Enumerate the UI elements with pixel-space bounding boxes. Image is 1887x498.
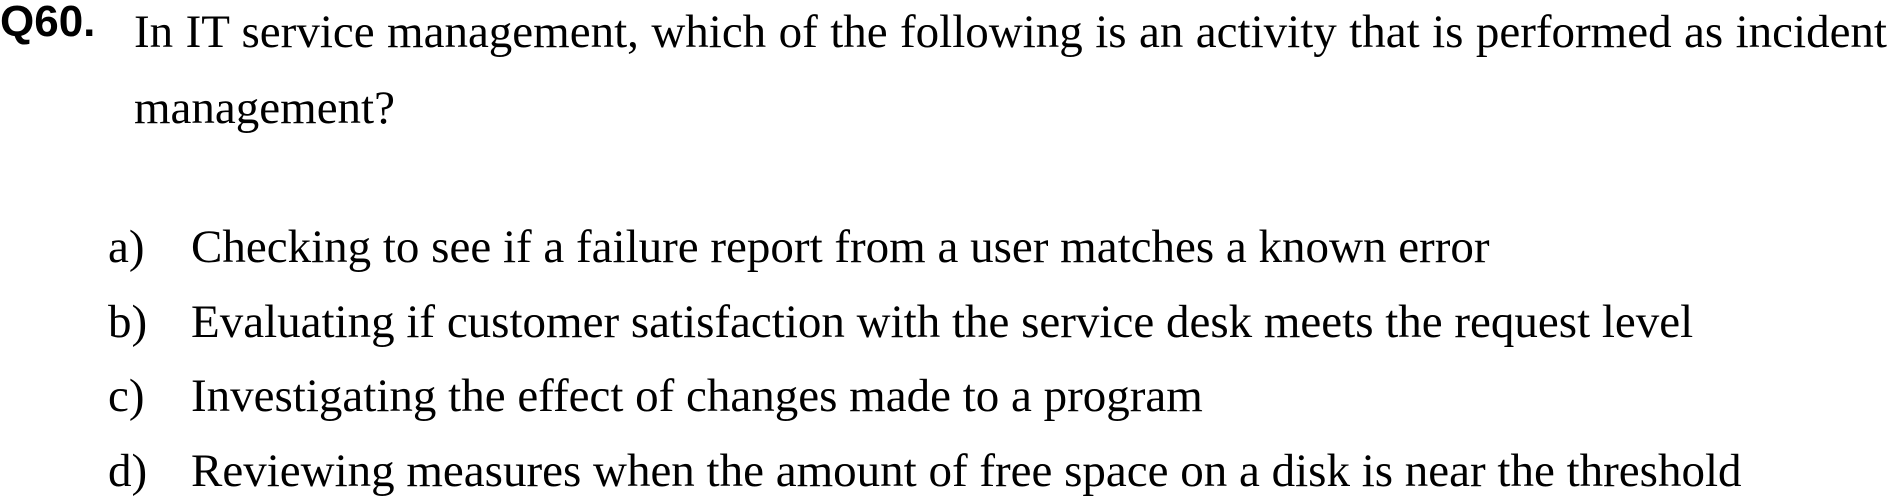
choice-text: Evaluating if customer satisfaction with… — [191, 295, 1694, 348]
question-number: Q60. — [0, 0, 96, 46]
choice-d: d) Reviewing measures when the amount of… — [0, 440, 1887, 498]
choice-text: Reviewing measures when the amount of fr… — [191, 444, 1742, 497]
question-text: In IT service management, which of the f… — [134, 6, 1887, 134]
choice-c: c) Investigating the effect of changes m… — [0, 365, 1887, 440]
choice-letter: c) — [108, 370, 145, 422]
answer-choices: a) Checking to see if a failure report f… — [0, 216, 1887, 498]
choice-text: Checking to see if a failure report from… — [191, 221, 1490, 273]
choice-letter: b) — [108, 295, 148, 348]
choice-text: Investigating the effect of changes made… — [191, 370, 1203, 422]
choice-b: b) Evaluating if customer satisfaction w… — [0, 291, 1887, 366]
choice-letter: a) — [108, 221, 145, 273]
choice-letter: d) — [108, 444, 148, 497]
choice-a: a) Checking to see if a failure report f… — [0, 216, 1887, 291]
question-block: Q60. In IT service management, which of … — [0, 0, 1887, 498]
